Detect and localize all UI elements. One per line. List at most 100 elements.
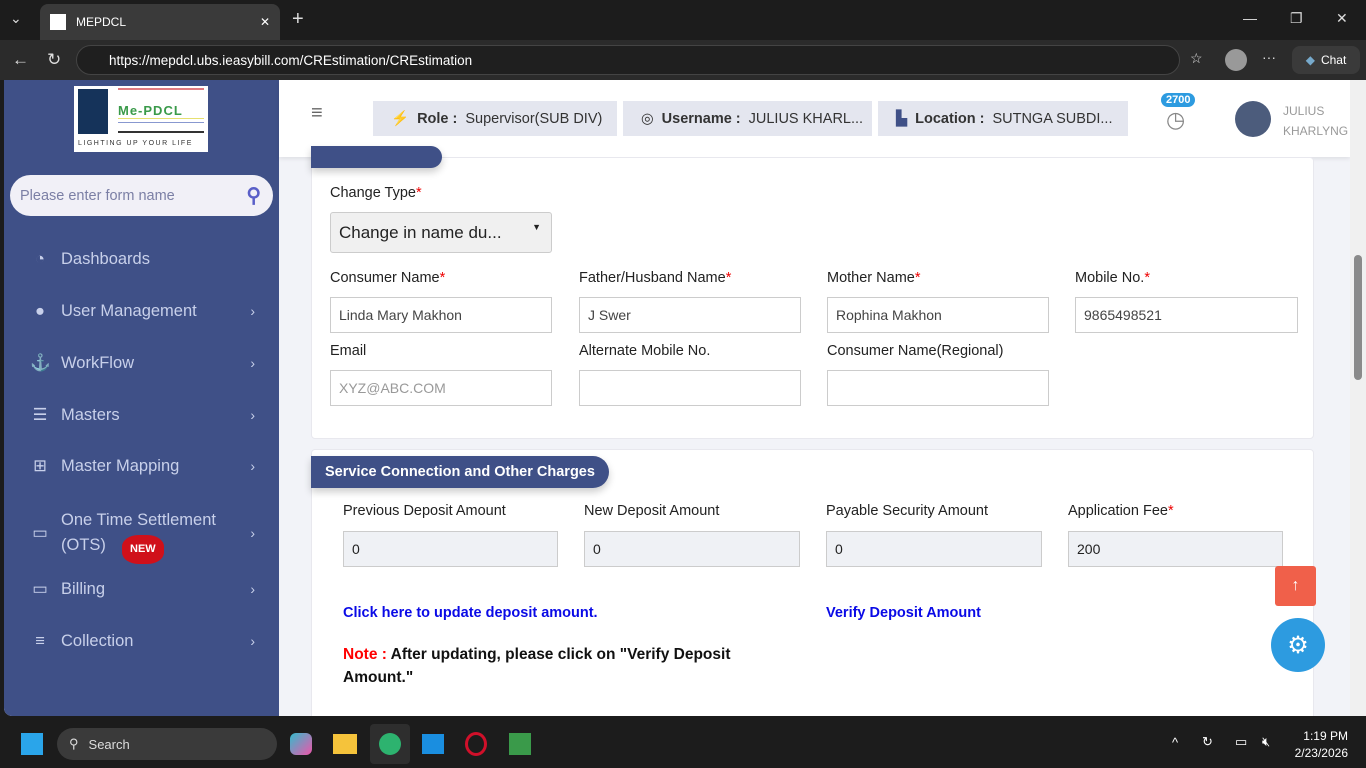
new-deposit-input[interactable]: 0 <box>584 531 800 567</box>
taskbar-search[interactable]: ⚲ Search <box>57 728 277 760</box>
chat-label: Chat <box>1320 53 1347 67</box>
prev-deposit-input[interactable]: 0 <box>343 531 558 567</box>
sidebar-item-collection[interactable]: ≡ Collection › <box>4 615 279 667</box>
copilot-icon: ◆ <box>1305 53 1315 67</box>
hamburger-menu-icon[interactable]: ≡ <box>311 103 333 123</box>
sidebar-item-dashboards[interactable]: ◔ Dashboards <box>4 233 279 285</box>
browser-tab[interactable]: MEPDCL ✕ <box>40 4 280 40</box>
copilot-chat-button[interactable]: ◆ Chat <box>1292 46 1360 74</box>
opera-icon[interactable] <box>465 732 487 756</box>
copilot-app-icon[interactable] <box>290 733 312 755</box>
excel-icon[interactable] <box>509 733 531 755</box>
windows-start-icon[interactable] <box>21 733 43 755</box>
role-label: Role : <box>417 110 458 127</box>
favorites-icon[interactable]: ☆ <box>1190 50 1203 67</box>
nav-label: Master Mapping <box>61 456 180 475</box>
volume-muted-icon[interactable]: 🔇︎ <box>1262 734 1270 750</box>
url-input[interactable]: https://mepdcl.ubs.ieasybill.com/CREstim… <box>76 45 1180 75</box>
more-icon[interactable]: ··· <box>1262 49 1276 65</box>
application-fee-input[interactable]: 200 <box>1068 531 1283 567</box>
scroll-to-top-button[interactable]: ↑ <box>1275 566 1316 606</box>
user-name-line2: KHARLYNG <box>1283 124 1349 138</box>
payable-security-label: Payable Security Amount <box>826 503 989 519</box>
dashboard-icon: ◔ <box>35 249 45 268</box>
search-placeholder: Please enter form name <box>20 187 175 204</box>
regional-name-input[interactable] <box>827 370 1049 406</box>
regional-name-label: Consumer Name(Regional) <box>827 343 1004 359</box>
taskbar-search-label: Search <box>88 736 130 752</box>
form-search-input[interactable]: Please enter form name ⚲ <box>10 175 273 216</box>
user-name-line1: JULIUS <box>1283 104 1325 118</box>
profile-icon[interactable] <box>1225 49 1247 71</box>
close-window-icon[interactable]: ✕ <box>1336 10 1348 27</box>
alt-mobile-input[interactable] <box>579 370 801 406</box>
consumer-details-card: Change Type* Change in name du... ▼ Consu… <box>311 146 1314 439</box>
sidebar-item-master-mapping[interactable]: ⊞ Master Mapping › <box>4 440 279 492</box>
section-header-tab <box>311 146 442 168</box>
chevron-right-icon: › <box>250 355 255 371</box>
close-tab-icon[interactable]: ✕ <box>260 15 270 29</box>
update-deposit-link[interactable]: Click here to update deposit amount. <box>343 605 598 621</box>
anchor-icon: ⚓ <box>30 353 51 372</box>
network-icon[interactable]: ▭ <box>1235 734 1247 750</box>
note-label: Note : <box>343 646 387 663</box>
username-pill: ◎ Username : JULIUS KHARL... <box>623 101 872 136</box>
scrollbar-thumb[interactable] <box>1354 255 1362 380</box>
user-circle-icon: ◎ <box>641 110 654 127</box>
sidebar-item-billing[interactable]: ▭ Billing › <box>4 563 279 615</box>
alt-mobile-label: Alternate Mobile No. <box>579 343 711 359</box>
monitor-icon: ▭ <box>32 580 48 598</box>
tab-title: MEPDCL <box>76 15 127 29</box>
bolt-icon: ⚡ <box>391 111 410 127</box>
address-bar-row: ← ↻ https://mepdcl.ubs.ieasybill.com/CRE… <box>0 40 1366 80</box>
consumer-name-input[interactable]: Linda Mary Makhon <box>330 297 552 333</box>
sidebar-item-user-management[interactable]: ● User Management › <box>4 285 279 337</box>
tab-list-icon[interactable]: ⌄ <box>10 10 22 27</box>
role-value: Supervisor(SUB DIV) <box>465 110 603 127</box>
section-title: Service Connection and Other Charges <box>311 456 609 488</box>
mepdcl-logo: Me-PDCL LIGHTING UP YOUR LIFE <box>74 86 208 152</box>
sidebar-item-workflow[interactable]: ⚓ WorkFlow › <box>4 337 279 389</box>
payable-security-input[interactable]: 0 <box>826 531 1042 567</box>
refresh-icon[interactable]: ↻ <box>47 50 61 70</box>
url-text: https://mepdcl.ubs.ieasybill.com/CREstim… <box>109 52 473 68</box>
new-tab-icon[interactable]: + <box>292 8 304 31</box>
minimize-icon[interactable]: — <box>1243 10 1257 26</box>
nav-label: Dashboards <box>61 249 150 268</box>
clock[interactable]: 1:19 PM 2/23/2026 <box>1290 728 1348 762</box>
page-scrollbar[interactable] <box>1350 80 1366 716</box>
mobile-input[interactable]: 9865498521 <box>1075 297 1298 333</box>
email-label: Email <box>330 343 367 359</box>
back-icon[interactable]: ← <box>12 50 29 70</box>
chevron-right-icon: › <box>250 407 255 423</box>
sidebar-item-masters[interactable]: ☰ Masters › <box>4 389 279 441</box>
browser-tab-bar: ⌄ MEPDCL ✕ + — ❐ ✕ <box>0 0 1366 40</box>
sidebar-item-ots[interactable]: ▭ One Time Settlement (OTS) NEW › <box>4 500 279 566</box>
file-explorer-icon[interactable] <box>333 734 357 754</box>
page: Me-PDCL LIGHTING UP YOUR LIFE Please ent… <box>4 80 1366 716</box>
consumer-name-label: Consumer Name* <box>330 270 446 286</box>
change-type-select[interactable]: Change in name du... ▼ <box>330 212 552 253</box>
avatar[interactable] <box>1235 101 1271 137</box>
maximize-icon[interactable]: ❐ <box>1290 10 1303 27</box>
mail-icon[interactable] <box>422 734 444 754</box>
notification-badge: 2700 <box>1161 93 1196 107</box>
tray-chevron-icon[interactable]: ^ <box>1172 735 1178 750</box>
username-label: Username : <box>661 110 741 127</box>
father-name-input[interactable]: J Swer <box>579 297 801 333</box>
user-name[interactable]: JULIUS KHARLYNG <box>1283 101 1348 141</box>
mother-name-label: Mother Name* <box>827 270 921 286</box>
sitemap-icon: ⊞ <box>33 457 47 475</box>
settings-button[interactable]: ⚙ <box>1271 618 1325 672</box>
sidebar: Me-PDCL LIGHTING UP YOUR LIFE Please ent… <box>4 80 279 716</box>
prev-deposit-label: Previous Deposit Amount <box>343 503 506 519</box>
search-icon[interactable]: ⚲ <box>246 183 261 208</box>
location-pill: ▙ Location : SUTNGA SUBDI... <box>878 101 1128 136</box>
edge-app-icon[interactable] <box>370 724 410 764</box>
sync-icon[interactable]: ↻ <box>1202 734 1213 750</box>
mother-name-input[interactable]: Rophina Makhon <box>827 297 1049 333</box>
clock-icon[interactable]: ◷ <box>1166 107 1185 133</box>
verify-deposit-link[interactable]: Verify Deposit Amount <box>826 605 981 621</box>
email-input[interactable]: XYZ@ABC.COM <box>330 370 552 406</box>
nav-label: User Management <box>61 301 197 320</box>
